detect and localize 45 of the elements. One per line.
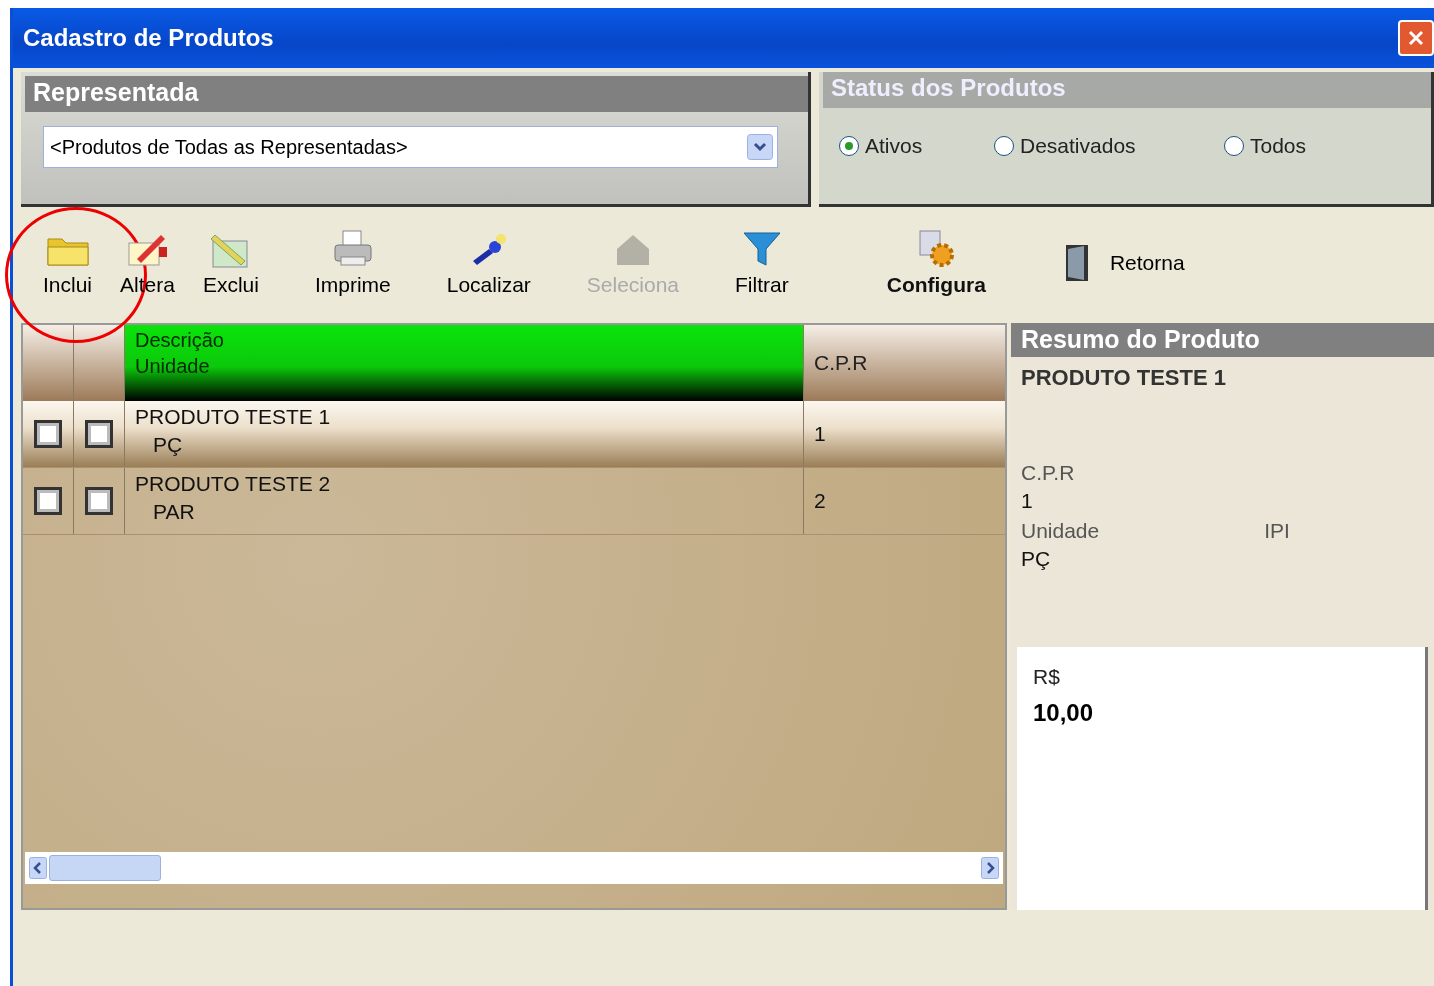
- window-title: Cadastro de Produtos: [23, 24, 274, 52]
- table-cell: 2: [814, 489, 826, 513]
- panel-title: Status dos Produtos: [823, 72, 1431, 108]
- field-label: Unidade: [1021, 519, 1100, 543]
- row-checkbox[interactable]: [34, 487, 62, 515]
- radio-label[interactable]: Todos: [1250, 134, 1307, 158]
- currency-label: R$: [1033, 665, 1061, 689]
- toolbar-button[interactable]: Retorna: [1039, 243, 1189, 283]
- toolbar-button[interactable]: Inclui: [29, 229, 107, 297]
- scroll-right-icon: [981, 857, 999, 879]
- field-value: PÇ: [1021, 547, 1052, 571]
- toolbar-button[interactable]: Configura: [872, 229, 1000, 297]
- scroll-left-icon: [29, 857, 47, 879]
- representada-dropdown[interactable]: <Produtos de Todas as Representadas>: [43, 126, 778, 168]
- row-checkbox[interactable]: [85, 487, 113, 515]
- toolbar-button[interactable]: Localizar: [432, 229, 545, 297]
- product-name: PRODUTO TESTE 1: [1021, 365, 1227, 392]
- toolbar-button[interactable]: Filtrar: [721, 229, 803, 297]
- panel-title: Resumo do Produto: [1011, 323, 1434, 357]
- table-cell-text: PRODUTO TESTE 1: [135, 404, 332, 430]
- close-button[interactable]: [1398, 20, 1434, 56]
- radio-button[interactable]: [1224, 136, 1244, 156]
- radio-label[interactable]: Ativos: [865, 134, 923, 158]
- radio-label[interactable]: Desativados: [1020, 134, 1136, 158]
- scrollbar-thumb[interactable]: [49, 855, 161, 881]
- field-label: C.P.R: [1021, 461, 1076, 485]
- row-checkbox[interactable]: [85, 420, 113, 448]
- table-cell-text: PRODUTO TESTE 2: [135, 471, 332, 497]
- column-header: Descrição Unidade: [125, 325, 804, 401]
- table-cell: 1: [814, 422, 826, 446]
- table-row[interactable]: PRODUTO TESTE 2 PAR 2: [23, 468, 1005, 535]
- table-cell-text: PAR: [152, 499, 196, 525]
- radio-button[interactable]: [839, 136, 859, 156]
- price-value: 10,00: [1033, 699, 1095, 727]
- table-row[interactable]: PRODUTO TESTE 1 PÇ 1: [23, 401, 1005, 468]
- toolbar-button[interactable]: Imprime: [300, 229, 405, 297]
- panel-title: Representada: [25, 76, 808, 112]
- field-label: IPI: [1264, 519, 1290, 543]
- toolbar-button[interactable]: Exclui: [188, 229, 273, 297]
- field-value: 1: [1021, 489, 1034, 513]
- table-cell-text: PÇ: [152, 432, 184, 458]
- column-header: C.P.R: [804, 325, 1005, 401]
- radio-button[interactable]: [994, 136, 1014, 156]
- horizontal-scrollbar[interactable]: [25, 852, 1003, 884]
- row-checkbox[interactable]: [34, 420, 62, 448]
